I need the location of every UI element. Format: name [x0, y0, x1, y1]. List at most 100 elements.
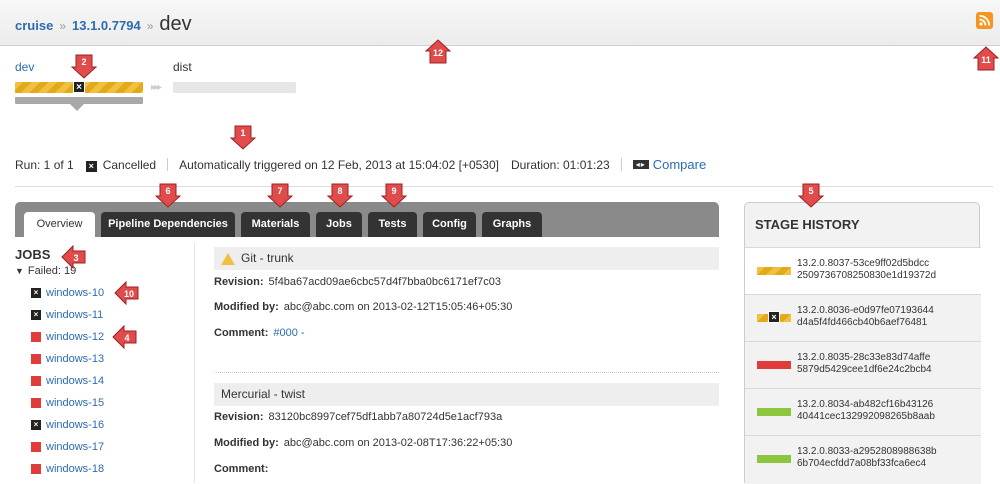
breadcrumb: cruise » 13.1.0.7794 » dev — [15, 13, 192, 36]
material-header: Git - trunk — [214, 247, 719, 270]
job-item[interactable]: windows-18 — [31, 463, 104, 475]
callout-number: 5 — [808, 186, 813, 196]
stage-dist-label: dist — [173, 60, 192, 74]
jobs-heading: JOBS — [15, 247, 51, 262]
cancelled-icon: × — [31, 420, 41, 430]
job-link[interactable]: windows-14 — [46, 375, 104, 387]
stage-history-item[interactable]: 13.2.0.8034-ab482cf16b43126 40441cec13299… — [745, 388, 981, 437]
stage-history-panel: STAGE HISTORY 13.2.0.8037-53ce9ff02d5bdc… — [744, 202, 981, 484]
callout-marker-8: 8 — [327, 183, 353, 208]
tab-config[interactable]: Config — [423, 212, 476, 237]
callout-number: 10 — [124, 289, 134, 299]
job-link[interactable]: windows-17 — [46, 441, 104, 453]
callout-number: 8 — [337, 186, 342, 196]
divider — [620, 158, 622, 171]
stage-history-label: 5879d5429cee1df6e24c2bcb4 — [797, 364, 932, 375]
breadcrumb-separator-icon: » — [59, 19, 66, 33]
callout-marker-12: 12 — [425, 39, 451, 64]
divider — [167, 158, 169, 171]
cancelled-icon: × — [31, 288, 41, 298]
revision-row: Revision: 83120bc8997cef75df1abb7a80724d5… — [214, 411, 503, 423]
triangle-down-icon: ▼ — [15, 266, 24, 276]
trigger-info: Automatically triggered on 12 Feb, 2013 … — [179, 157, 499, 172]
callout-marker-3: 3 — [61, 244, 86, 270]
job-item[interactable]: windows-13 — [31, 353, 104, 365]
callout-number: 12 — [433, 48, 443, 58]
callout-marker-10: 10 — [114, 280, 139, 306]
header-bar: cruise » 13.1.0.7794 » dev — [0, 0, 1000, 46]
job-item[interactable]: windows-15 — [31, 397, 104, 409]
cancelled-icon: × — [31, 310, 41, 320]
callout-marker-1: 1 — [230, 125, 256, 150]
stage-history-item[interactable]: 13.2.0.8035-28c33e83d74affe 5879d5429cee1… — [745, 341, 981, 390]
stage-history-item[interactable]: × 13.2.0.8036-e0d97fe07193644 d4a5f4fd466c… — [745, 294, 981, 343]
callout-number: 4 — [124, 333, 129, 343]
job-item[interactable]: windows-17 — [31, 441, 104, 453]
stage-history-label: 13.2.0.8034-ab482cf16b43126 — [797, 399, 934, 410]
breadcrumb-label-link[interactable]: 13.1.0.7794 — [72, 18, 141, 33]
comment-link[interactable]: #000 - — [273, 327, 304, 339]
job-item[interactable]: × windows-10 — [31, 287, 104, 299]
failed-status-icon — [31, 464, 41, 474]
breadcrumb-separator-icon: » — [146, 19, 154, 33]
divider — [194, 243, 195, 483]
tab-materials[interactable]: Materials — [241, 212, 310, 237]
stage-status-bar — [757, 267, 791, 275]
job-link[interactable]: windows-15 — [46, 397, 104, 409]
comment-row: Comment: #000 - — [214, 327, 305, 339]
modified-user: abc@abc.com — [283, 437, 355, 449]
failed-status-icon — [31, 332, 41, 342]
arrow-right-icon: ▸▸▸ — [151, 82, 162, 93]
tab-pipeline-dependencies[interactable]: Pipeline Dependencies — [101, 212, 235, 237]
job-link[interactable]: windows-16 — [46, 419, 104, 431]
job-link[interactable]: windows-12 — [46, 331, 104, 343]
job-item[interactable]: × windows-11 — [31, 309, 103, 321]
tab-tests[interactable]: Tests — [368, 212, 417, 237]
stage-history-label: 13.2.0.8037-53ce9ff02d5bdcc — [797, 258, 930, 269]
stage-status-bar — [757, 361, 791, 369]
job-link[interactable]: windows-18 — [46, 463, 104, 475]
job-link[interactable]: windows-13 — [46, 353, 104, 365]
stage-dist-progress-bar[interactable] — [173, 82, 296, 93]
stage-history-item[interactable]: 13.2.0.8033-a2952808988638b 6b704ecfdd7a0… — [745, 435, 981, 484]
comment-row: Comment: — [214, 463, 269, 475]
callout-marker-2: 2 — [71, 54, 97, 79]
stage-history-item[interactable]: 13.2.0.8037-53ce9ff02d5bdcc 2509736708250… — [745, 247, 981, 296]
compare-link[interactable]: Compare — [653, 157, 706, 172]
callout-marker-6: 6 — [155, 183, 181, 208]
breadcrumb-pipeline-link[interactable]: cruise — [15, 18, 53, 33]
job-item[interactable]: windows-12 — [31, 331, 104, 343]
modified-row: Modified by: abc@abc.com on 2013-02-08T17… — [214, 437, 513, 449]
stage-dev-link[interactable]: dev — [15, 60, 34, 74]
modified-date: on 2013-02-08T17:36:22+05:30 — [357, 437, 513, 449]
job-link[interactable]: windows-11 — [46, 309, 103, 321]
callout-marker-4: 4 — [112, 324, 137, 350]
callout-marker-11: 11 — [973, 46, 999, 71]
divider — [214, 372, 719, 373]
modified-date: on 2013-02-12T15:05:46+05:30 — [357, 301, 513, 313]
compare-button[interactable]: ◂▸ Compare — [632, 157, 706, 172]
rss-feed-icon[interactable] — [976, 12, 993, 29]
material-title: Mercurial - twist — [221, 387, 306, 401]
duration: Duration: 01:01:23 — [510, 157, 610, 172]
material-title: Git - trunk — [241, 251, 294, 265]
stage-history-title: STAGE HISTORY — [755, 217, 860, 232]
cancelled-icon: × — [768, 311, 780, 323]
callout-number: 1 — [240, 128, 245, 138]
job-link[interactable]: windows-10 — [46, 287, 104, 299]
stage-history-label: 2509736708250830e1d19372d — [797, 270, 937, 281]
compare-icon: ◂▸ — [632, 160, 649, 169]
material-git: Git - trunk — [214, 247, 719, 270]
tab-graphs[interactable]: Graphs — [482, 212, 542, 237]
failed-status-icon — [31, 354, 41, 364]
job-item[interactable]: windows-14 — [31, 375, 104, 387]
selected-pointer-icon — [70, 104, 84, 111]
stage-history-label: d4a5f4fd466cb40b6aef76481 — [797, 317, 928, 328]
stage-history-label: 40441cec132992098265b8aab — [797, 411, 935, 422]
stage-status-bar — [757, 455, 791, 463]
tab-jobs[interactable]: Jobs — [316, 212, 362, 237]
tab-overview[interactable]: Overview — [24, 212, 95, 237]
stage-dev-selected-indicator — [15, 97, 143, 104]
callout-number: 9 — [391, 186, 396, 196]
job-item[interactable]: × windows-16 — [31, 419, 104, 431]
